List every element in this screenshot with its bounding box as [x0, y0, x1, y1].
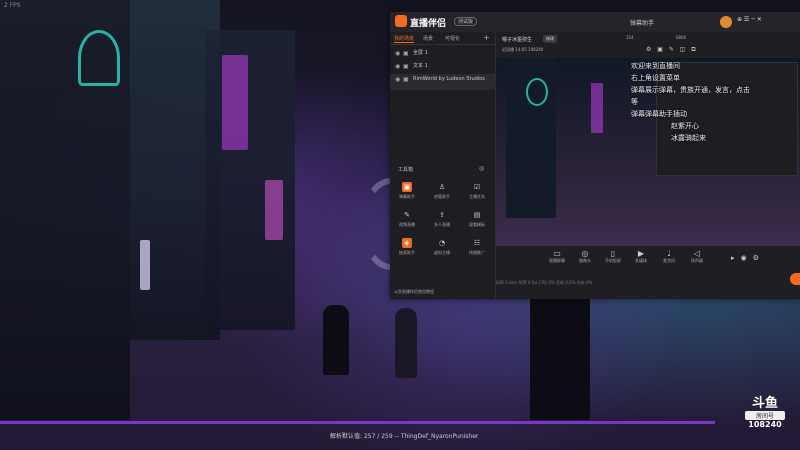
tool-danmu[interactable]: ▣ 弹幕助手	[390, 182, 424, 206]
media-button[interactable]: ▶ 多媒体	[630, 249, 652, 264]
pedestrian-figure	[395, 308, 417, 378]
start-stream-button[interactable]	[790, 273, 800, 285]
chat-line: 冰露骑起来	[671, 134, 706, 142]
eye-icon[interactable]: ◉	[395, 63, 400, 70]
template-icon: ▤	[473, 211, 481, 219]
titlebar-window-controls[interactable]: ⊕ ☰ ─ ✕	[737, 16, 762, 23]
tool-template[interactable]: ▤ 观看模板	[460, 210, 494, 234]
chat-line: 弹幕展示弹幕，贵族开通，发言，点击	[631, 86, 750, 94]
stream-stats: 近段播 14:05 108240	[502, 47, 544, 52]
app-titlebar: 直播伴侣 测试版 弹幕助手 ⊕ ☰ ─ ✕	[390, 12, 800, 32]
user-icon: ♙	[438, 183, 446, 191]
chat-line: 赵紫开心	[671, 122, 699, 130]
extra-controls-icons[interactable]: ▸◉⚙	[731, 254, 765, 262]
stream-preview[interactable]: 欢迎来到直播间 右上角设置菜单 弹幕展示弹幕，贵族开通，发言，点击 等 弹幕弹幕…	[496, 58, 800, 246]
chat-line: 弹幕弹幕助手插动	[631, 110, 687, 118]
app-logo-icon	[395, 15, 407, 27]
media-icon: ▶	[637, 249, 645, 258]
chat-line: 欢迎来到直播间	[631, 62, 680, 70]
tool-multi[interactable]: ⇪ 多人直播	[425, 210, 459, 234]
game-loading-bar: 解析默认值: 257 / 259 -- ThingDef_NyaronPunis…	[0, 421, 800, 450]
eye-icon[interactable]: ◉	[395, 76, 400, 83]
source-item[interactable]: ◉ ▣ 文本 1	[390, 61, 495, 72]
source-item[interactable]: ◉ ▣ 全屏 1	[390, 48, 495, 59]
tool-video[interactable]: ✎ 视频直播	[390, 210, 424, 234]
neon-star-sign	[78, 30, 120, 86]
main-panel: 嗯子冰墨弥生 修改 近段播 14:05 108240 154 6866 ⚙ ▣ …	[496, 32, 800, 299]
tab-my-scene[interactable]: 我的场景	[394, 35, 415, 43]
loading-progress-line	[0, 421, 715, 424]
loading-status-text: 解析默认值: 257 / 259 -- ThingDef_NyaronPunis…	[330, 433, 479, 440]
chat-line: 右上角设置菜单	[631, 74, 680, 82]
douyu-logo: 斗鱼	[751, 396, 778, 411]
source-item[interactable]: ◉ ▣ RimWorld by Ludeon Studios	[390, 74, 495, 90]
preview-toolbar-icons[interactable]: ⚙ ▣ ✎ ◫ ⧉	[646, 46, 698, 54]
room-title: 嗯子冰墨弥生	[502, 37, 533, 43]
stream-status-bar: 码率 0 kb/s 帧率 0 fps CPU 0% 丢帧 0.0% 内存 0%	[496, 280, 593, 285]
neon-sign-small	[265, 180, 283, 240]
screen-capture-button[interactable]: ▭ 直播屏幕	[546, 249, 568, 264]
video-icon: ✎	[404, 211, 410, 219]
tool-tasks[interactable]: ☑ 主播任务	[460, 182, 494, 206]
camera-icon: ◎	[581, 249, 589, 258]
phone-cast-button[interactable]: ▯ 手机投屏	[602, 249, 624, 264]
street-light	[140, 240, 150, 290]
speaker-button[interactable]: ◁ 扬声器	[686, 249, 708, 264]
task-icon: ☑	[473, 183, 481, 191]
lock-icon[interactable]: ▣	[403, 76, 409, 83]
neon-pink-sign	[222, 55, 248, 150]
chat-line: 等	[631, 98, 638, 106]
upload-icon: ⇪	[439, 211, 445, 219]
scene-sidebar: 我的场景 场景 可视化 + ◉ ▣ 全屏 1 ◉ ▣ 文本 1 ◉ ▣ RimW…	[390, 32, 496, 299]
hooded-figure	[530, 290, 590, 420]
pedestrian-figure	[323, 305, 349, 375]
app-name: 直播伴侣	[410, 19, 447, 29]
tool-vtuber[interactable]: ◔ 虚拟主播	[425, 238, 459, 262]
danmu-chat: 欢迎来到直播间 右上角设置菜单 弹幕展示弹幕，贵族开通，发言，点击 等 弹幕弹幕…	[631, 60, 750, 144]
chat-icon: ▣	[402, 182, 412, 192]
room-label: 房间号	[745, 411, 785, 420]
user-avatar[interactable]	[720, 16, 732, 28]
tutorial-link[interactable]: 斗鱼直播伴侣使用教程	[394, 289, 434, 295]
version-badge[interactable]: 测试版	[454, 17, 478, 26]
tool-promote[interactable]: ☷ 快捷推广	[460, 238, 494, 262]
eye-icon[interactable]: ◉	[395, 50, 400, 57]
preview-neon-pink	[591, 83, 603, 133]
toolbox-header: 工具箱	[398, 167, 414, 173]
tool-lottery[interactable]: ◈ 抽奖助手	[390, 238, 424, 262]
toolbox-collapse-icon[interactable]: ◎	[479, 165, 484, 172]
phone-icon: ▯	[610, 249, 616, 258]
add-source-icon[interactable]: +	[483, 33, 490, 42]
screen-icon: ▭	[553, 249, 561, 258]
avatar-icon: ◔	[438, 239, 446, 247]
preview-neon-sign	[526, 78, 548, 106]
gift-icon: ◈	[402, 238, 412, 248]
speaker-icon: ◁	[693, 249, 701, 258]
edit-title-button[interactable]: 修改	[543, 35, 557, 43]
camera-button[interactable]: ◎ 摄像头	[574, 249, 596, 264]
tab-scene[interactable]: 场景	[423, 35, 433, 42]
promote-icon: ☷	[473, 239, 481, 247]
window-title: 弹幕助手	[630, 20, 655, 27]
source-controls-bar: ▭ 直播屏幕 ◎ 摄像头 ▯ 手机投屏 ▶ 多媒体 ♩ 麦克风 ◁ 扬声器 ▸◉⚙	[496, 246, 800, 270]
lock-icon[interactable]: ▣	[403, 63, 409, 70]
mic-button[interactable]: ♩ 麦克风	[658, 249, 680, 264]
scene-tabs: 我的场景 场景 可视化 +	[390, 32, 495, 45]
viewer-count: 6866	[676, 35, 687, 40]
fps-counter: 2 FPS	[4, 2, 21, 9]
mic-icon: ♩	[667, 249, 671, 258]
streaming-app-window: 直播伴侣 测试版 弹幕助手 ⊕ ☰ ─ ✕ 我的场景 场景 可视化 + ◉ ▣ …	[390, 12, 800, 299]
tool-room-manager[interactable]: ♙ 房管助手	[425, 182, 459, 206]
like-count: 154	[626, 35, 634, 40]
tab-visual[interactable]: 可视化	[445, 35, 460, 42]
lock-icon[interactable]: ▣	[403, 50, 409, 57]
